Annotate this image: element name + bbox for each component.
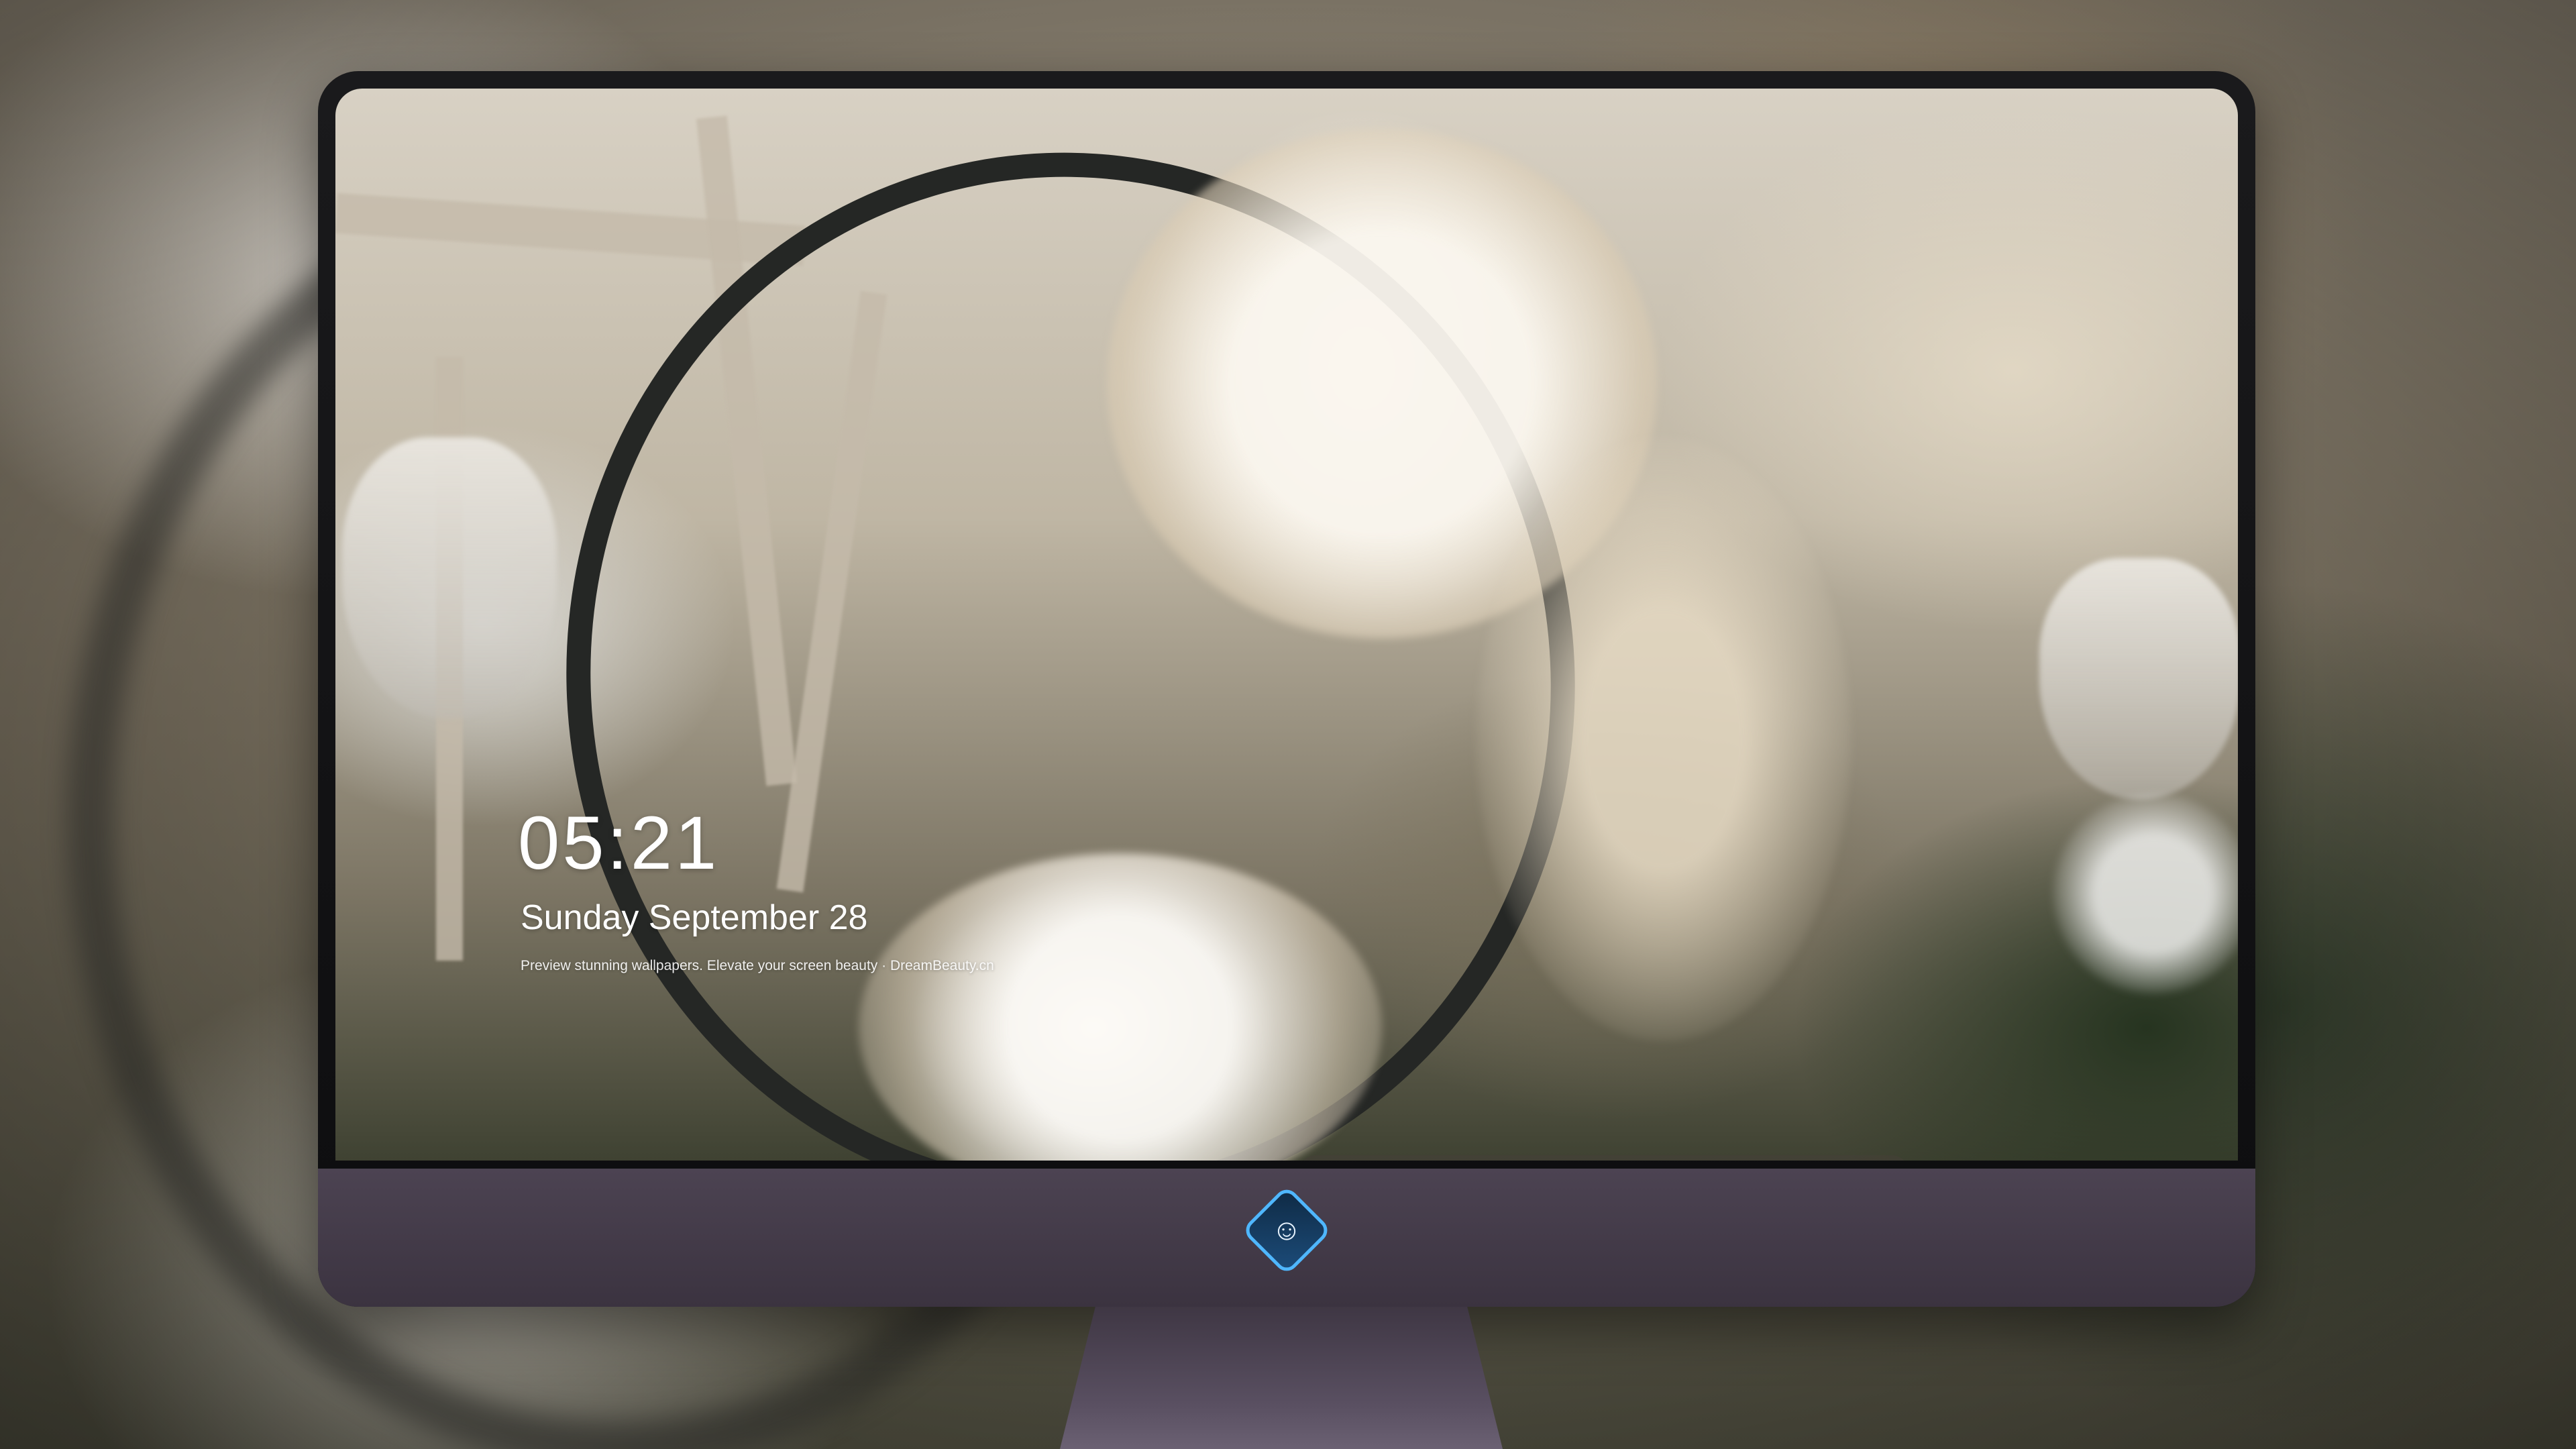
wallpaper-flowers (1476, 437, 1851, 1041)
lock-clock: 05:21 (518, 801, 720, 885)
wallpaper-flowers (2053, 793, 2238, 994)
wallpaper-chandelier (2039, 558, 2238, 800)
wallpaper-chandelier (342, 437, 557, 719)
monitor-stand (1060, 1307, 1503, 1449)
dock: 💬 ☁ 🕒 🖼 🎬 ≡ 📊 (1299, 1155, 1909, 1161)
desktop-scene: 05:21 Sunday September 28 Preview stunni… (0, 0, 2576, 1449)
lock-date: Sunday September 28 (521, 898, 868, 937)
monitor: 05:21 Sunday September 28 Preview stunni… (318, 71, 2255, 1307)
lock-screen[interactable]: 05:21 Sunday September 28 Preview stunni… (335, 89, 2238, 1161)
mascot-face-icon: ☺ (1271, 1214, 1302, 1246)
wallpaper-caption: Preview stunning wallpapers. Elevate you… (521, 958, 994, 973)
